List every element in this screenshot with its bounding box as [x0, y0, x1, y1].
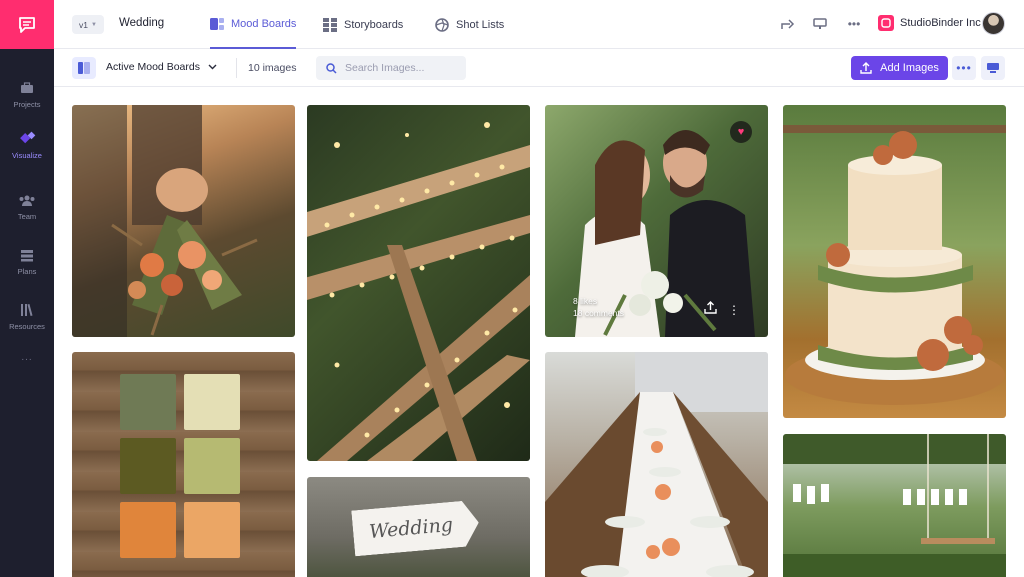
- board-selector[interactable]: Active Mood Boards: [106, 61, 217, 73]
- more-options-icon[interactable]: •••: [846, 17, 862, 31]
- tab-mood-boards[interactable]: Mood Boards: [210, 0, 297, 49]
- tab-label: Shot Lists: [456, 18, 505, 31]
- palette-swatch: [120, 374, 176, 430]
- table-setting-photo: [545, 352, 768, 577]
- tab-shot-lists[interactable]: Shot Lists: [435, 0, 504, 49]
- chevron-down-icon: ▼: [91, 21, 97, 28]
- present-icon: [987, 63, 999, 73]
- sidebar-item-visualize[interactable]: Visualize: [0, 131, 54, 160]
- share-icon[interactable]: [780, 17, 796, 31]
- fence-lights-photo: [307, 122, 530, 461]
- sidebar-item-team[interactable]: Team: [0, 192, 54, 221]
- tab-label: Storyboards: [344, 18, 404, 31]
- palette-swatch: [120, 502, 176, 558]
- tab-storyboards[interactable]: Storyboards: [323, 0, 403, 49]
- sidebar-item-label: Team: [17, 212, 37, 221]
- sidebar-item-label: Plans: [17, 267, 37, 276]
- app-window: Projects Visualize Team Plans Resources: [0, 0, 1024, 577]
- image-card-wedding-sign[interactable]: Wedding: [307, 477, 530, 577]
- app-logo[interactable]: [0, 0, 54, 49]
- add-images-label: Add Images: [880, 62, 939, 74]
- favorite-heart-icon[interactable]: ♥: [730, 121, 752, 143]
- vertical-dots-icon[interactable]: ⋮: [728, 304, 740, 316]
- image-count: 10 images: [248, 62, 297, 74]
- image-stats: 8 likes 18 comments: [573, 295, 624, 319]
- sidebar-item-projects[interactable]: Projects: [0, 80, 54, 109]
- top-header: v1 ▼ Wedding Mood Boards Storyboards Sho…: [54, 0, 1024, 49]
- palette-swatch: [184, 374, 240, 430]
- chat-logo-icon: [19, 16, 35, 33]
- present-icon[interactable]: [812, 17, 828, 31]
- sidebar-item-plans[interactable]: Plans: [0, 247, 54, 276]
- chevron-down-icon: [208, 64, 217, 70]
- sidebar-item-label: Projects: [13, 100, 41, 109]
- sidebar-more-button[interactable]: ...: [0, 352, 54, 363]
- avatar[interactable]: [982, 12, 1005, 35]
- company-name: StudioBinder Inc: [900, 17, 981, 29]
- image-card-table-setting[interactable]: [545, 352, 768, 577]
- image-card-swing[interactable]: [783, 434, 1006, 577]
- plans-icon: [18, 247, 36, 263]
- image-card-wedding-cake[interactable]: [783, 105, 1006, 418]
- board-selector-label: Active Mood Boards: [106, 61, 200, 73]
- search-box[interactable]: [316, 56, 466, 80]
- likes-count: 8 likes: [573, 296, 598, 306]
- palette-swatch: [120, 438, 176, 494]
- company-switcher[interactable]: StudioBinder Inc: [878, 15, 981, 31]
- version-label: v1: [79, 19, 89, 30]
- image-card-color-palette[interactable]: [72, 352, 295, 577]
- palette-swatch: [184, 502, 240, 558]
- swing-photo: [783, 434, 1006, 577]
- storyboards-icon: [323, 17, 337, 32]
- add-images-button[interactable]: Add Images: [851, 56, 948, 80]
- version-selector[interactable]: v1 ▼: [72, 15, 104, 34]
- bouquet-photo: [72, 105, 258, 337]
- shot-lists-icon: [435, 17, 449, 32]
- upload-icon: [860, 62, 872, 74]
- resources-icon: [18, 302, 36, 318]
- tab-label: Mood Boards: [231, 17, 297, 30]
- project-title: Wedding: [119, 17, 165, 29]
- sidebar: Projects Visualize Team Plans Resources: [0, 0, 54, 577]
- search-input[interactable]: [345, 62, 455, 74]
- visualize-icon: [18, 131, 36, 147]
- team-icon: [18, 192, 36, 208]
- search-icon: [326, 62, 337, 74]
- sidebar-item-resources[interactable]: Resources: [0, 302, 54, 331]
- mood-board-grid: Wedding ♥ 8 likes 18 comments ⋮: [54, 87, 1024, 577]
- panel-icon: [78, 62, 90, 74]
- sidebar-item-label: Visualize: [12, 151, 42, 160]
- toolbar-divider: [236, 58, 237, 78]
- mood-boards-icon: [210, 17, 224, 31]
- share-icon[interactable]: [702, 299, 718, 315]
- toolbar-more-button[interactable]: •••: [952, 56, 976, 80]
- wedding-sign: Wedding: [351, 500, 481, 557]
- board-toggle-button[interactable]: [72, 57, 96, 79]
- briefcase-icon: [18, 80, 36, 96]
- sidebar-item-label: Resources: [9, 322, 45, 331]
- comments-count: 18 comments: [573, 308, 625, 318]
- palette-swatch: [184, 438, 240, 494]
- image-card-bouquet[interactable]: [72, 105, 295, 337]
- board-toolbar: Active Mood Boards 10 images Add Images …: [54, 49, 1024, 87]
- image-card-couple[interactable]: ♥ 8 likes 18 comments ⋮: [545, 105, 768, 337]
- more-dots-icon: •••: [956, 61, 972, 75]
- company-logo-icon: [878, 15, 894, 31]
- view-mode-button[interactable]: [981, 56, 1005, 80]
- wedding-cake-photo: [783, 125, 1006, 405]
- image-card-fence-lights[interactable]: [307, 105, 530, 461]
